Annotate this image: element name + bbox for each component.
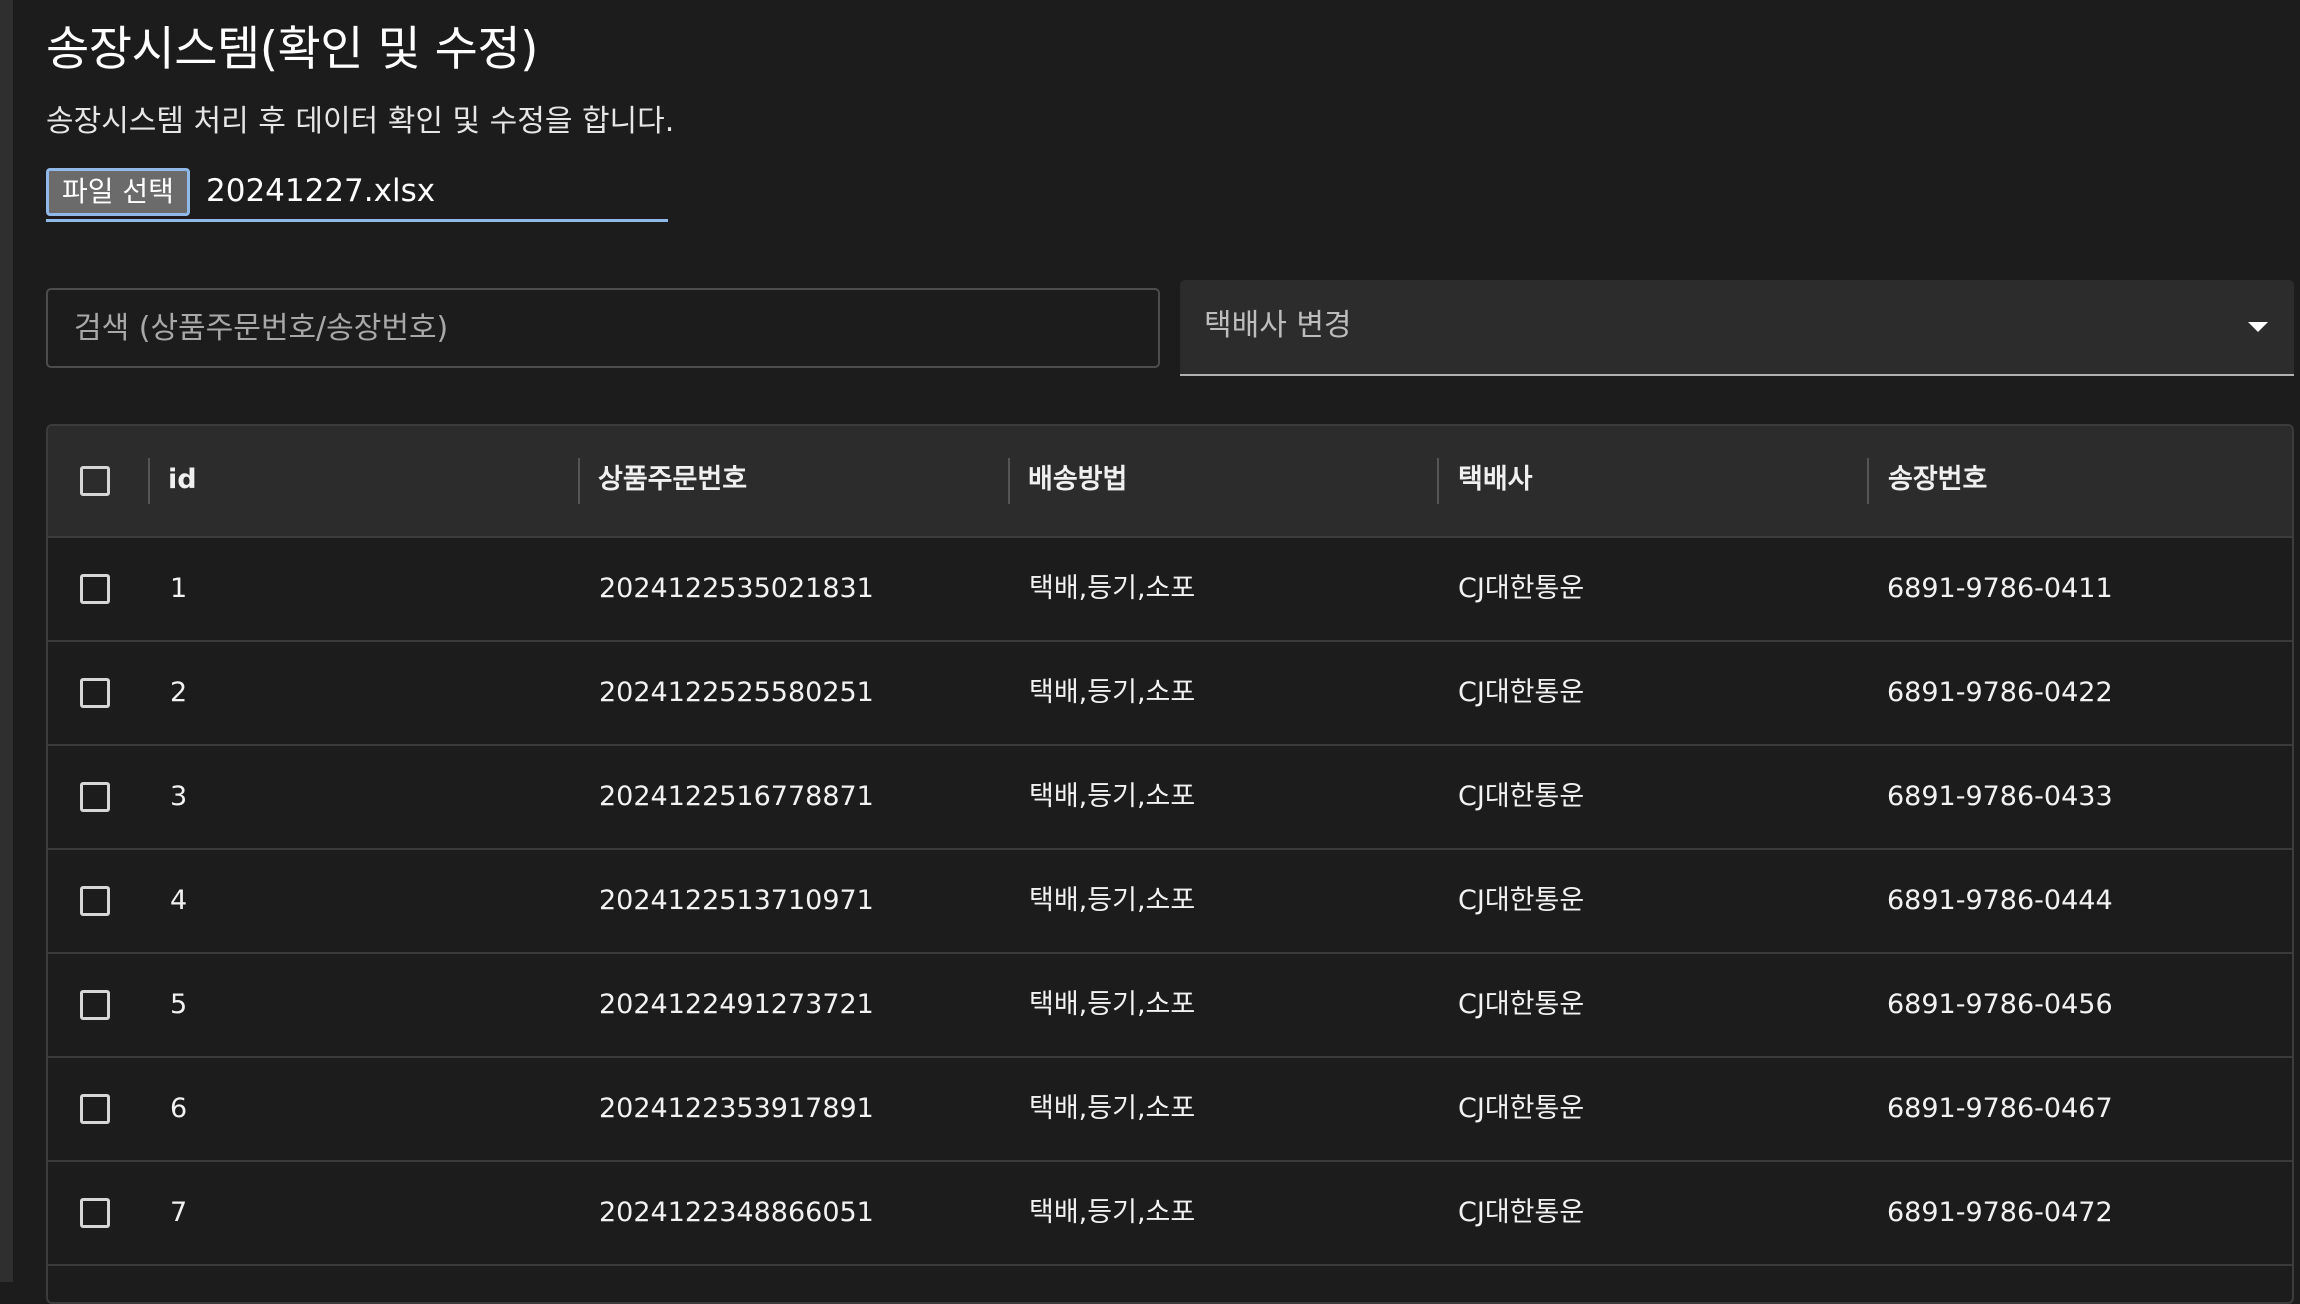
select-all-checkbox[interactable] (80, 466, 110, 496)
dropdown-arrow-icon (2248, 322, 2268, 332)
cell-id: 4 (170, 885, 188, 916)
cell-id: 1 (170, 573, 188, 604)
column-separator[interactable] (1008, 458, 1010, 504)
row-checkbox[interactable] (80, 678, 110, 708)
table-row[interactable]: 7 2024122348866051 택배,등기,소포 CJ대한통운 6891-… (48, 1162, 2292, 1266)
table-header: id 상품주문번호 배송방법 택배사 송장번호 (48, 426, 2292, 538)
column-header-order-number[interactable]: 상품주문번호 (598, 462, 747, 498)
row-checkbox[interactable] (80, 886, 110, 916)
cell-order-number: 2024122348866051 (599, 1197, 874, 1228)
column-separator[interactable] (578, 458, 580, 504)
file-select-button[interactable]: 파일 선택 (46, 168, 190, 216)
row-checkbox[interactable] (80, 1094, 110, 1124)
cell-order-number: 2024122353917891 (599, 1093, 874, 1124)
carrier-select-label: 택배사 변경 (1204, 308, 1352, 343)
cell-invoice-number: 6891-9786-0433 (1887, 781, 2113, 812)
cell-id: 6 (170, 1093, 188, 1124)
cell-invoice-number: 6891-9786-0422 (1887, 677, 2113, 708)
table-row[interactable]: 1 2024122535021831 택배,등기,소포 CJ대한통운 6891-… (48, 538, 2292, 642)
column-header-carrier[interactable]: 택배사 (1458, 462, 1533, 498)
cell-carrier: CJ대한통운 (1458, 989, 1585, 1020)
page-description: 송장시스템 처리 후 데이터 확인 및 수정을 합니다. (46, 104, 675, 139)
table-row[interactable]: 6 2024122353917891 택배,등기,소포 CJ대한통운 6891-… (48, 1058, 2292, 1162)
cell-id: 5 (170, 989, 188, 1020)
column-separator[interactable] (148, 458, 150, 504)
cell-delivery-method: 택배,등기,소포 (1029, 989, 1196, 1020)
table-row[interactable]: 4 2024122513710971 택배,등기,소포 CJ대한통운 6891-… (48, 850, 2292, 954)
cell-invoice-number: 6891-9786-0411 (1887, 573, 2113, 604)
column-separator[interactable] (1437, 458, 1439, 504)
carrier-change-select[interactable]: 택배사 변경 (1180, 280, 2294, 376)
invoice-table: id 상품주문번호 배송방법 택배사 송장번호 1 20241225350218… (46, 424, 2294, 1304)
cell-order-number: 2024122513710971 (599, 885, 874, 916)
column-header-invoice-number[interactable]: 송장번호 (1888, 462, 1987, 498)
cell-invoice-number: 6891-9786-0444 (1887, 885, 2113, 916)
cell-carrier: CJ대한통운 (1458, 573, 1585, 604)
cell-order-number: 2024122525580251 (599, 677, 874, 708)
search-input[interactable] (48, 290, 1158, 366)
row-checkbox[interactable] (80, 574, 110, 604)
cell-carrier: CJ대한통운 (1458, 885, 1585, 916)
left-edge-strip (0, 0, 13, 1282)
selected-file-name: 20241227.xlsx (206, 173, 436, 209)
cell-carrier: CJ대한통운 (1458, 677, 1585, 708)
row-checkbox[interactable] (80, 1198, 110, 1228)
cell-carrier: CJ대한통운 (1458, 781, 1585, 812)
table-row[interactable]: 5 2024122491273721 택배,등기,소포 CJ대한통운 6891-… (48, 954, 2292, 1058)
table-row[interactable]: 3 2024122516778871 택배,등기,소포 CJ대한통운 6891-… (48, 746, 2292, 850)
row-checkbox[interactable] (80, 990, 110, 1020)
cell-order-number: 2024122491273721 (599, 989, 874, 1020)
cell-delivery-method: 택배,등기,소포 (1029, 781, 1196, 812)
table-row[interactable]: 2 2024122525580251 택배,등기,소포 CJ대한통운 6891-… (48, 642, 2292, 746)
column-separator[interactable] (1867, 458, 1869, 504)
cell-invoice-number: 6891-9786-0472 (1887, 1197, 2113, 1228)
search-field[interactable] (46, 288, 1160, 368)
cell-id: 2 (170, 677, 188, 708)
page-title: 송장시스템(확인 및 수정) (46, 22, 538, 77)
cell-delivery-method: 택배,등기,소포 (1029, 1197, 1196, 1228)
column-header-delivery-method[interactable]: 배송방법 (1028, 462, 1127, 498)
file-input[interactable]: 파일 선택 20241227.xlsx (46, 166, 668, 222)
cell-id: 3 (170, 781, 188, 812)
cell-id: 7 (170, 1197, 188, 1228)
cell-delivery-method: 택배,등기,소포 (1029, 573, 1196, 604)
cell-delivery-method: 택배,등기,소포 (1029, 677, 1196, 708)
cell-delivery-method: 택배,등기,소포 (1029, 1093, 1196, 1124)
column-header-id[interactable]: id (168, 462, 197, 498)
cell-invoice-number: 6891-9786-0456 (1887, 989, 2113, 1020)
cell-order-number: 2024122516778871 (599, 781, 874, 812)
cell-order-number: 2024122535021831 (599, 573, 874, 604)
row-checkbox[interactable] (80, 782, 110, 812)
cell-delivery-method: 택배,등기,소포 (1029, 885, 1196, 916)
cell-invoice-number: 6891-9786-0467 (1887, 1093, 2113, 1124)
cell-carrier: CJ대한통운 (1458, 1093, 1585, 1124)
cell-carrier: CJ대한통운 (1458, 1197, 1585, 1228)
